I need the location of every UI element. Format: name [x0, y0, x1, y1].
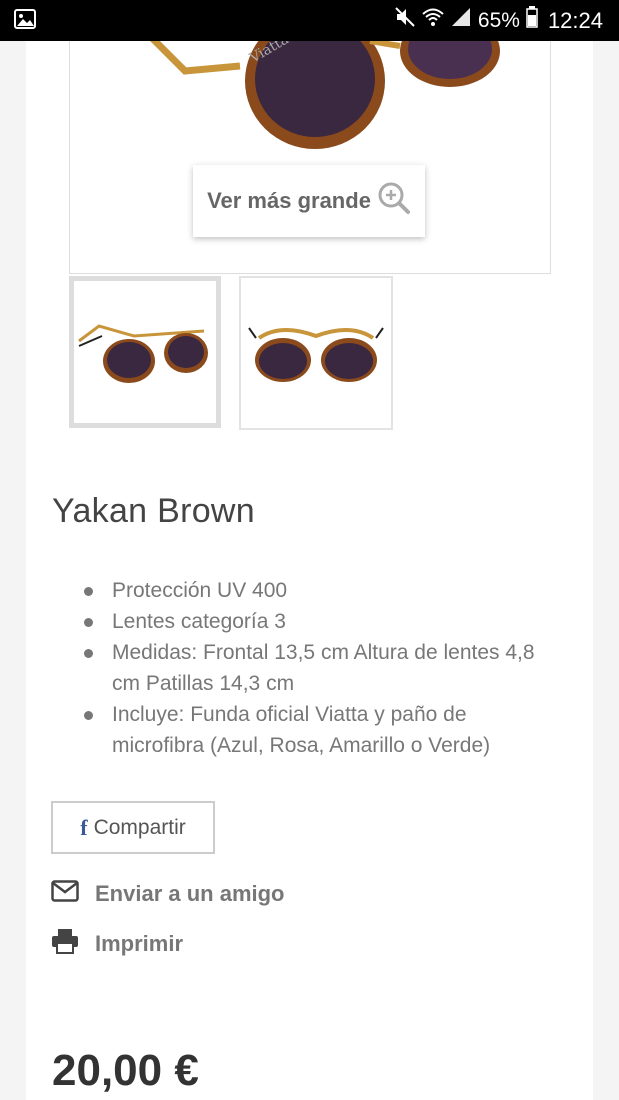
- product-price: 20,00 €: [52, 1046, 199, 1095]
- printer-icon: [51, 928, 79, 960]
- thumbnail-1[interactable]: [69, 276, 221, 428]
- send-to-friend-label: Enviar a un amigo: [95, 881, 285, 906]
- facebook-icon: f: [80, 814, 88, 840]
- feature-list: Protección UV 400 Lentes categoría 3 Med…: [84, 575, 554, 761]
- sunglasses-thumbnail-side: [78, 324, 208, 383]
- share-facebook-button[interactable]: f Compartir: [51, 801, 215, 854]
- zoom-label: Ver más grande: [207, 188, 371, 213]
- sunglasses-image: Viatta: [150, 41, 500, 149]
- wifi-icon: [422, 0, 444, 41]
- status-bar: 65% 12:24: [0, 0, 619, 41]
- battery-icon: [526, 0, 538, 41]
- send-to-friend-link[interactable]: Enviar a un amigo: [51, 880, 285, 908]
- zoom-in-icon: [377, 181, 411, 221]
- list-item: Lentes categoría 3: [84, 606, 554, 637]
- list-item: Incluye: Funda oficial Viatta y paño de …: [84, 699, 554, 761]
- print-label: Imprimir: [95, 931, 184, 956]
- image-notification-icon: [14, 9, 36, 34]
- mute-icon: [394, 0, 416, 41]
- list-item: Protección UV 400: [84, 575, 554, 606]
- print-link[interactable]: Imprimir: [51, 928, 183, 960]
- main-product-image[interactable]: Viatta Ver más grande: [69, 41, 551, 274]
- clock: 12:24: [547, 8, 603, 33]
- product-title: Yakan Brown: [52, 492, 256, 530]
- list-item: Medidas: Frontal 13,5 cm Altura de lente…: [84, 637, 554, 699]
- share-label: Compartir: [93, 815, 186, 839]
- sunglasses-thumbnail-front: [248, 327, 384, 382]
- signal-icon: [450, 0, 472, 41]
- battery-percent: 65%: [477, 9, 520, 32]
- envelope-icon: [51, 880, 79, 908]
- thumbnail-2[interactable]: [239, 276, 393, 430]
- zoom-button[interactable]: Ver más grande: [193, 165, 425, 237]
